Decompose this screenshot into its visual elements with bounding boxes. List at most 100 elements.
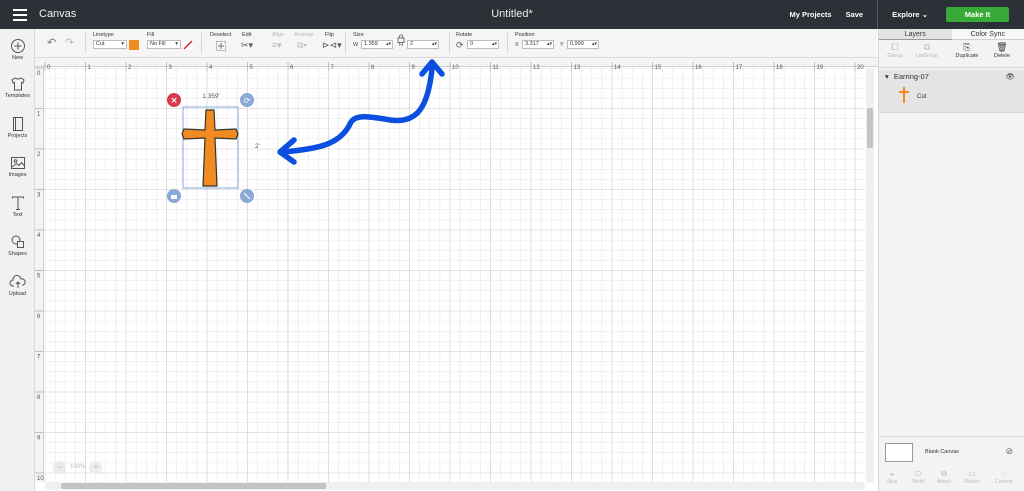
redo-icon[interactable]: ↷	[65, 38, 74, 49]
toolbar-divider	[345, 33, 346, 53]
blank-canvas-swatch[interactable]	[885, 443, 913, 462]
my-projects-link[interactable]: My Projects	[789, 10, 831, 19]
width-label: W	[353, 42, 359, 48]
rotate-value: 0	[470, 41, 474, 47]
align-icon[interactable]: ≡▾	[272, 40, 282, 50]
make-it-button[interactable]: Make It	[946, 7, 1009, 22]
ruler-label: 0	[37, 71, 41, 77]
sidebar-item-label: New	[11, 55, 23, 61]
flatten-button[interactable]: ▭ Flatten	[959, 469, 985, 485]
tshirt-icon	[10, 77, 25, 91]
rotate-icon: ⟳	[456, 40, 464, 50]
position-y-value: 0.999	[570, 41, 584, 47]
top-bar: Canvas Untitled* My Projects Save Explor…	[0, 0, 1024, 29]
flip-icon[interactable]: ⊳⊲▾	[322, 40, 342, 50]
zoom-out-button[interactable]: −	[53, 460, 66, 474]
stepper-icon[interactable]: ▴▾	[547, 41, 552, 48]
nav-divider	[877, 0, 879, 29]
ungroup-button[interactable]: ⧉ UnGroup	[911, 42, 943, 59]
vertical-scrollbar[interactable]	[866, 68, 874, 483]
sidebar-item-templates[interactable]: Templates	[0, 76, 35, 99]
tab-color-sync[interactable]: Color Sync	[951, 29, 1024, 40]
undo-icon[interactable]: ↶	[47, 38, 56, 49]
stepper-icon[interactable]: ▴▾	[492, 41, 497, 48]
weld-button[interactable]: ⬭ Weld	[905, 469, 931, 485]
width-input[interactable]: 1.359 ▴▾	[361, 40, 393, 49]
group-button[interactable]: ⧠ Group	[879, 42, 911, 59]
attach-button[interactable]: ⧉ Attach	[931, 469, 957, 485]
position-x-input[interactable]: 3.317 ▴▾	[522, 40, 554, 49]
rotate-input[interactable]: 0 ▴▾	[467, 40, 499, 49]
sidebar-item-projects[interactable]: Projects	[0, 116, 35, 139]
ruler-label: 7	[37, 355, 41, 361]
explore-menu[interactable]: Explore ⌄	[892, 10, 928, 19]
hamburger-menu-icon[interactable]	[13, 6, 27, 24]
position-label: Position	[515, 32, 535, 38]
blank-canvas-label: Blank Canvas	[925, 449, 959, 455]
stepper-icon[interactable]: ▴▾	[432, 41, 437, 48]
slice-button[interactable]: ◒ Slice	[879, 469, 905, 485]
toolbar-divider	[507, 33, 508, 53]
duplicate-label: Duplicate	[955, 53, 979, 59]
size-label: Size	[353, 32, 364, 38]
design-canvas[interactable]: 0 1 2 3 4 5 6 7 8 9 10 11 12 13 14 15 16 17 18 19 20 0 1 2 3 4 5 6…	[35, 58, 878, 491]
contour-button[interactable]: ◌ Contour	[991, 469, 1017, 485]
save-link[interactable]: Save	[846, 10, 864, 19]
zoom-in-button[interactable]: +	[89, 460, 103, 474]
arrow-curve	[279, 66, 435, 155]
ruler-label: 10	[37, 476, 44, 482]
sidebar-item-label: Text	[12, 212, 23, 218]
layer-group-name: Earring-07	[893, 72, 929, 81]
layer-thumbnail-cross-icon	[899, 87, 909, 103]
horizontal-scrollbar[interactable]	[45, 482, 865, 490]
sidebar-item-label: Projects	[7, 133, 28, 139]
tab-layers[interactable]: Layers	[879, 29, 952, 40]
delete-label: Delete	[994, 53, 1010, 59]
ruler-label: 8	[37, 395, 41, 401]
position-y-label: Y	[560, 42, 564, 48]
layer-group-row[interactable]: ▾ Earring-07 👁	[879, 70, 1024, 83]
sidebar-item-label: Images	[8, 172, 27, 178]
cross-shape[interactable]	[181, 109, 239, 187]
sidebar-item-new[interactable]: New	[0, 38, 35, 61]
layer-item-label: Cut	[917, 94, 927, 100]
hide-eye-icon[interactable]: ⊘	[1005, 446, 1013, 457]
delete-button[interactable]: 🗑 Delete	[986, 42, 1018, 59]
ruler-label: 9	[37, 436, 41, 442]
sidebar-item-images[interactable]: Images	[0, 155, 35, 178]
scrollbar-thumb[interactable]	[61, 483, 326, 489]
weld-icon: ⬭	[914, 469, 922, 478]
position-y-input[interactable]: 0.999 ▴▾	[567, 40, 599, 49]
blank-canvas-row[interactable]: Blank Canvas ⊘	[879, 436, 1024, 466]
arrange-icon[interactable]: ⧉▾	[297, 40, 307, 50]
height-input[interactable]: 2 ▴▾	[407, 40, 439, 49]
flatten-label: Flatten	[964, 479, 980, 485]
sidebar-item-text[interactable]: Text	[0, 195, 35, 218]
close-icon: ×	[170, 96, 178, 106]
contour-label: Contour	[995, 479, 1013, 485]
eye-icon[interactable]: 👁	[1005, 70, 1015, 83]
zoom-control: − 100% +	[53, 460, 105, 474]
left-sidebar: New Templates Projects Images Text Shape…	[0, 29, 35, 491]
no-fill-swatch-icon[interactable]	[183, 40, 193, 50]
duplicate-button[interactable]: ⎘ Duplicate	[951, 42, 983, 59]
contour-icon: ◌	[1001, 469, 1007, 478]
edit-toolbar: ↶ ↷ Linetype Cut ▾ Fill No Fill ▾ Deselect…	[35, 29, 877, 58]
stepper-icon[interactable]: ▴▾	[592, 41, 597, 48]
fill-select[interactable]: No Fill ▾	[147, 40, 181, 49]
sidebar-item-upload[interactable]: Upload	[0, 274, 35, 297]
linetype-color-swatch[interactable]	[129, 40, 139, 50]
chevron-down-icon: ⌄	[921, 10, 928, 19]
fill-label: Fill	[147, 32, 155, 38]
sidebar-item-shapes[interactable]: Shapes	[0, 234, 35, 257]
collapse-arrow-icon[interactable]: ▾	[885, 72, 889, 81]
dropdown-arrow-icon: ▾	[175, 41, 178, 47]
deselect-icon[interactable]	[216, 41, 226, 51]
scissors-icon[interactable]: ✂▾	[241, 40, 253, 50]
linetype-select[interactable]: Cut ▾	[93, 40, 127, 49]
group-icon: ⧠	[891, 42, 899, 52]
layer-item[interactable]: Cut	[879, 83, 1024, 113]
scrollbar-thumb[interactable]	[867, 108, 873, 148]
stepper-icon[interactable]: ▴▾	[386, 41, 391, 48]
attach-label: Attach	[936, 479, 952, 485]
